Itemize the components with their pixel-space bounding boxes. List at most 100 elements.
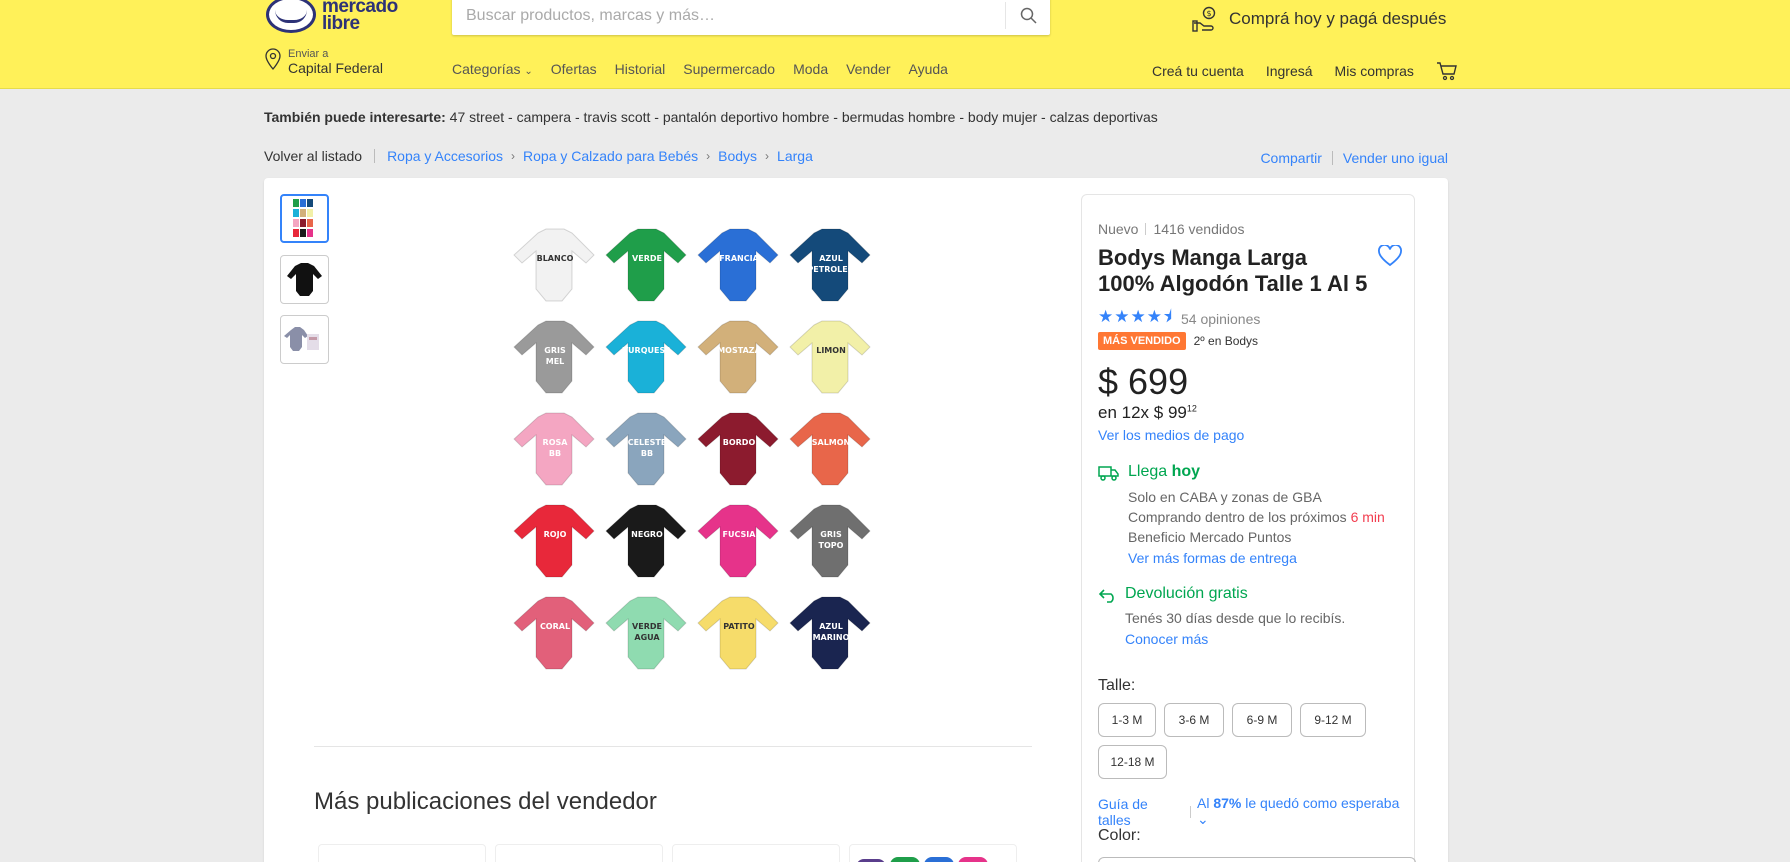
best-seller-row: MÁS VENDIDO 2º en Bodys	[1098, 332, 1258, 350]
payment-methods-link[interactable]: Ver los medios de pago	[1098, 427, 1244, 443]
svg-text:AZUL: AZUL	[819, 622, 843, 631]
svg-text:VERDE: VERDE	[632, 254, 662, 263]
location-pin-icon	[265, 48, 281, 70]
svg-text:SALMON: SALMON	[812, 438, 851, 447]
chevron-right-icon: ›	[511, 149, 516, 163]
create-account-link[interactable]: Creá tu cuenta	[1152, 63, 1244, 79]
nav-item-historial[interactable]: Historial	[615, 61, 666, 77]
size-guide-row: Guía de talles Al 87% le quedó como espe…	[1098, 795, 1414, 828]
more-delivery-options-link[interactable]: Ver más formas de entrega	[1128, 550, 1297, 566]
bodysuit-item: ROSA BB	[513, 412, 595, 486]
main-nav: Categorías ⌄ Ofertas Historial Supermerc…	[452, 61, 966, 77]
related-searches-items[interactable]: 47 street - campera - travis scott - pan…	[446, 109, 1158, 125]
promo-banner[interactable]: $ Comprá hoy y pagá después	[1192, 6, 1446, 32]
reviews-count: 54 opiniones	[1180, 310, 1261, 327]
location-value: Capital Federal	[288, 60, 383, 76]
best-seller-badge: MÁS VENDIDO	[1098, 332, 1186, 350]
thumbnail-1[interactable]	[280, 194, 329, 243]
sell-similar-link[interactable]: Vender uno igual	[1343, 150, 1448, 166]
seller-product-card[interactable]	[318, 844, 486, 862]
my-purchases-link[interactable]: Mis compras	[1335, 63, 1414, 79]
logo-text-line2: libre	[322, 12, 360, 34]
condition-text: Nuevo	[1098, 221, 1139, 237]
size-option[interactable]: 6-9 M	[1232, 703, 1292, 737]
cart-icon[interactable]	[1436, 61, 1458, 81]
product-rating[interactable]: ★★★★⯨ 54 opiniones	[1098, 304, 1260, 333]
return-info: Tenés 30 días desde que lo recibís.	[1125, 610, 1346, 626]
size-option[interactable]: 12-18 M	[1098, 745, 1167, 779]
thumbnail-2[interactable]	[280, 255, 329, 304]
installments: en 12x $ 9912	[1098, 403, 1197, 422]
bodysuit-item: CELESTE BB	[605, 412, 687, 486]
svg-text:BB: BB	[549, 449, 561, 458]
header: mercado libre $ Comprá hoy y pagá despué…	[0, 0, 1790, 89]
svg-text:NEGRO: NEGRO	[631, 530, 663, 539]
svg-text:VERDE: VERDE	[632, 622, 662, 631]
bodysuit-item: AZUL PETROLEO	[789, 228, 871, 302]
bodysuit-item: GRIS TOPO	[789, 504, 871, 578]
related-searches-label: También puede interesarte:	[264, 109, 446, 125]
thumbnail-image	[293, 199, 313, 237]
product-main-image[interactable]: BLANCO VERDE FRANCIA AZUL PETROLEO GRIS MEL TUR…	[504, 223, 874, 693]
svg-text:CORAL: CORAL	[540, 622, 570, 631]
size-option[interactable]: 3-6 M	[1164, 703, 1224, 737]
bodysuit-item: NEGRO	[605, 504, 687, 578]
svg-text:MOSTAZA: MOSTAZA	[717, 346, 761, 355]
svg-text:LIMON: LIMON	[816, 346, 846, 355]
nav-item-supermercado[interactable]: Supermercado	[683, 61, 775, 77]
learn-more-link[interactable]: Conocer más	[1125, 631, 1208, 647]
shipping-title: Llega hoy	[1128, 463, 1201, 480]
back-to-list-link[interactable]: Volver al listado	[264, 148, 362, 164]
seller-product-card[interactable]	[849, 844, 1017, 862]
sold-count: 1416 vendidos	[1153, 221, 1245, 237]
size-option[interactable]: 1-3 M	[1098, 703, 1156, 737]
chevron-right-icon: ›	[706, 149, 711, 163]
breadcrumb-item[interactable]: Larga	[777, 148, 813, 164]
bodysuit-item: FUCSIA	[697, 504, 779, 578]
breadcrumb-item[interactable]: Ropa y Accesorios	[387, 148, 503, 164]
size-option[interactable]: 9-12 M	[1300, 703, 1366, 737]
handshake-logo-icon	[266, 0, 316, 33]
svg-text:FUCSIA: FUCSIA	[723, 530, 757, 539]
nav-item-vender[interactable]: Vender	[846, 61, 890, 77]
breadcrumb-item[interactable]: Ropa y Calzado para Bebés	[523, 148, 698, 164]
nav-item-categorias[interactable]: Categorías ⌄	[452, 61, 533, 77]
seller-product-card[interactable]	[495, 844, 663, 862]
color-selector[interactable]	[1098, 857, 1416, 862]
bodysuit-item: VERDE AGUA	[605, 596, 687, 670]
login-link[interactable]: Ingresá	[1266, 63, 1313, 79]
chevron-right-icon: ›	[765, 149, 770, 163]
favorite-heart-icon[interactable]	[1378, 245, 1402, 267]
search-button[interactable]	[1005, 2, 1050, 29]
product-card: BLANCO VERDE FRANCIA AZUL PETROLEO GRIS MEL TUR…	[264, 178, 1448, 862]
nav-item-ofertas[interactable]: Ofertas	[551, 61, 597, 77]
search-bar	[452, 0, 1050, 35]
svg-text:GRIS: GRIS	[820, 530, 842, 539]
svg-text:AGUA: AGUA	[634, 633, 660, 642]
mercadolibre-logo[interactable]: mercado libre	[266, 0, 398, 33]
size-guide-link[interactable]: Guía de talles	[1098, 796, 1184, 828]
shipping-line: Solo en CABA y zonas de GBA	[1128, 489, 1322, 505]
share-link[interactable]: Compartir	[1260, 150, 1321, 166]
bodysuit-item: CORAL	[513, 596, 595, 670]
nav-item-ayuda[interactable]: Ayuda	[908, 61, 947, 77]
seller-product-image	[857, 857, 988, 862]
bodysuit-item: TURQUESA	[605, 320, 687, 394]
category-rank-link[interactable]: 2º en Bodys	[1194, 334, 1258, 348]
svg-text:GRIS: GRIS	[544, 346, 566, 355]
rating-stars-icon: ★★★★⯨	[1098, 307, 1173, 326]
free-return-title: Devolución gratis	[1125, 585, 1248, 602]
nav-item-moda[interactable]: Moda	[793, 61, 828, 77]
shipping-location[interactable]: Enviar a Capital Federal	[264, 48, 383, 76]
color-label: Color:	[1098, 827, 1141, 844]
shipping-countdown: Comprando dentro de los próximos 6 min	[1128, 509, 1385, 525]
seller-product-card[interactable]	[672, 844, 840, 862]
fit-feedback-link[interactable]: Al 87% le quedó como esperaba ⌄	[1197, 795, 1414, 828]
bodysuit-item: BORDO	[697, 412, 779, 486]
search-input[interactable]	[452, 6, 1005, 25]
breadcrumb-item[interactable]: Bodys	[718, 148, 757, 164]
svg-text:ROSA: ROSA	[543, 438, 569, 447]
truck-icon	[1098, 466, 1119, 481]
shipping-line: Beneficio Mercado Puntos	[1128, 529, 1292, 545]
thumbnail-3[interactable]	[280, 315, 329, 364]
